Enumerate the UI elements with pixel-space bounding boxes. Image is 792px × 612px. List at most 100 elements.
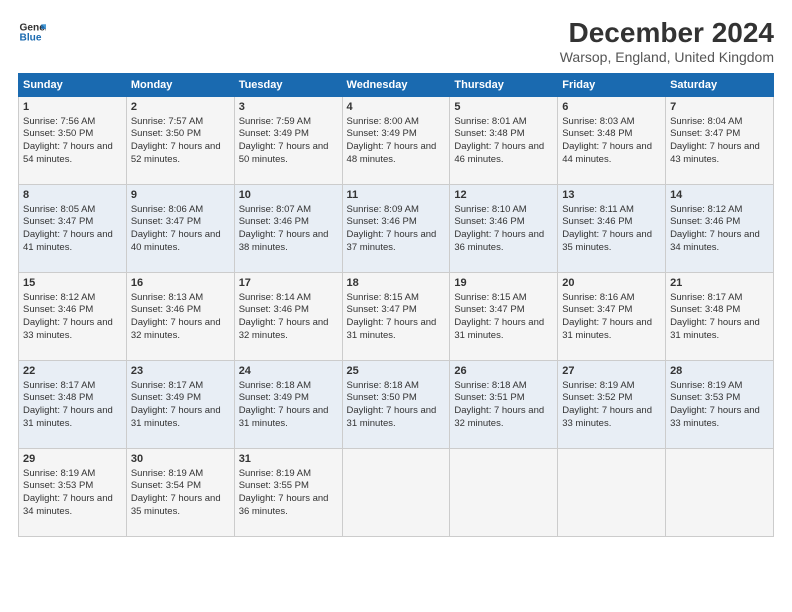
header: General Blue December 2024 Warsop, Engla… [18, 18, 774, 65]
day-number: 26 [454, 364, 553, 379]
calendar-cell: 29Sunrise: 8:19 AMSunset: 3:53 PMDayligh… [19, 448, 127, 536]
logo: General Blue [18, 18, 46, 46]
calendar-cell: 25Sunrise: 8:18 AMSunset: 3:50 PMDayligh… [342, 360, 450, 448]
day-header-thursday: Thursday [450, 73, 558, 96]
sunset-text: Sunset: 3:47 PM [131, 216, 201, 227]
sunrise-text: Sunrise: 8:12 AM [670, 204, 742, 215]
calendar-cell: 6Sunrise: 8:03 AMSunset: 3:48 PMDaylight… [558, 96, 666, 184]
day-number: 6 [562, 100, 661, 115]
daylight-text: Daylight: 7 hours and 35 minutes. [562, 229, 652, 253]
sunrise-text: Sunrise: 8:17 AM [670, 292, 742, 303]
daylight-text: Daylight: 7 hours and 33 minutes. [23, 317, 113, 341]
sunset-text: Sunset: 3:51 PM [454, 392, 524, 403]
sunrise-text: Sunrise: 8:19 AM [131, 468, 203, 479]
sunset-text: Sunset: 3:49 PM [239, 128, 309, 139]
sunset-text: Sunset: 3:54 PM [131, 480, 201, 491]
sunrise-text: Sunrise: 8:13 AM [131, 292, 203, 303]
sunset-text: Sunset: 3:47 PM [562, 304, 632, 315]
calendar-week-4: 22Sunrise: 8:17 AMSunset: 3:48 PMDayligh… [19, 360, 774, 448]
day-header-sunday: Sunday [19, 73, 127, 96]
calendar-cell: 8Sunrise: 8:05 AMSunset: 3:47 PMDaylight… [19, 184, 127, 272]
day-number: 7 [670, 100, 769, 115]
day-header-wednesday: Wednesday [342, 73, 450, 96]
daylight-text: Daylight: 7 hours and 50 minutes. [239, 141, 329, 165]
sunrise-text: Sunrise: 8:19 AM [562, 380, 634, 391]
sunset-text: Sunset: 3:50 PM [131, 128, 201, 139]
sunrise-text: Sunrise: 8:04 AM [670, 116, 742, 127]
daylight-text: Daylight: 7 hours and 54 minutes. [23, 141, 113, 165]
calendar-week-1: 1Sunrise: 7:56 AMSunset: 3:50 PMDaylight… [19, 96, 774, 184]
sunrise-text: Sunrise: 7:59 AM [239, 116, 311, 127]
sunset-text: Sunset: 3:50 PM [347, 392, 417, 403]
daylight-text: Daylight: 7 hours and 33 minutes. [670, 405, 760, 429]
sunrise-text: Sunrise: 8:16 AM [562, 292, 634, 303]
calendar-cell: 10Sunrise: 8:07 AMSunset: 3:46 PMDayligh… [234, 184, 342, 272]
calendar-cell: 27Sunrise: 8:19 AMSunset: 3:52 PMDayligh… [558, 360, 666, 448]
daylight-text: Daylight: 7 hours and 31 minutes. [562, 317, 652, 341]
logo-icon: General Blue [18, 18, 46, 46]
sunset-text: Sunset: 3:46 PM [670, 216, 740, 227]
calendar-cell: 20Sunrise: 8:16 AMSunset: 3:47 PM Dayligh… [558, 272, 666, 360]
day-number: 18 [347, 276, 446, 291]
day-number: 12 [454, 188, 553, 203]
sunset-text: Sunset: 3:53 PM [670, 392, 740, 403]
daylight-text: Daylight: 7 hours and 36 minutes. [239, 493, 329, 517]
day-number: 27 [562, 364, 661, 379]
calendar-cell [342, 448, 450, 536]
sunset-text: Sunset: 3:49 PM [239, 392, 309, 403]
day-number: 29 [23, 452, 122, 467]
sunset-text: Sunset: 3:46 PM [347, 216, 417, 227]
calendar-cell: 28Sunrise: 8:19 AMSunset: 3:53 PMDayligh… [666, 360, 774, 448]
sunrise-text: Sunrise: 8:15 AM [347, 292, 419, 303]
calendar-week-3: 15Sunrise: 8:12 AM Sunset: 3:46 PM Dayligh… [19, 272, 774, 360]
calendar-cell: 17Sunrise: 8:14 AMSunset: 3:46 PMDayligh… [234, 272, 342, 360]
sunrise-text: Sunrise: 8:12 AM [23, 292, 95, 303]
daylight-text: Daylight: 7 hours and 31 minutes. [454, 317, 544, 341]
day-number: 10 [239, 188, 338, 203]
calendar-cell: 24Sunrise: 8:18 AMSunset: 3:49 PMDayligh… [234, 360, 342, 448]
sunrise-text: Sunrise: 8:05 AM [23, 204, 95, 215]
sunrise-text: Sunrise: 8:00 AM [347, 116, 419, 127]
day-number: 4 [347, 100, 446, 115]
calendar-cell: 2Sunrise: 7:57 AMSunset: 3:50 PMDaylight… [126, 96, 234, 184]
calendar-cell: 22Sunrise: 8:17 AMSunset: 3:48 PMDayligh… [19, 360, 127, 448]
sunrise-text: Sunrise: 8:01 AM [454, 116, 526, 127]
calendar-week-5: 29Sunrise: 8:19 AMSunset: 3:53 PMDayligh… [19, 448, 774, 536]
calendar-cell: 26Sunrise: 8:18 AMSunset: 3:51 PMDayligh… [450, 360, 558, 448]
calendar-cell: 15Sunrise: 8:12 AMSunset: 3:46 PMDayligh… [19, 272, 127, 360]
sunset-text: Sunset: 3:47 PM [23, 216, 93, 227]
day-number: 20 [562, 276, 661, 291]
daylight-text: Daylight: 7 hours and 37 minutes. [347, 229, 437, 253]
daylight-text: Daylight: 7 hours and 44 minutes. [562, 141, 652, 165]
calendar-cell [666, 448, 774, 536]
sunset-text: Sunset: 3:47 PM [670, 128, 740, 139]
day-number: 15 [23, 276, 122, 291]
sunrise-text: Sunrise: 7:57 AM [131, 116, 203, 127]
day-header-friday: Friday [558, 73, 666, 96]
calendar-cell: 4Sunrise: 8:00 AMSunset: 3:49 PMDaylight… [342, 96, 450, 184]
day-number: 8 [23, 188, 122, 203]
sunset-text: Sunset: 3:52 PM [562, 392, 632, 403]
day-header-tuesday: Tuesday [234, 73, 342, 96]
day-number: 9 [131, 188, 230, 203]
day-number: 11 [347, 188, 446, 203]
daylight-text: Daylight: 7 hours and 52 minutes. [131, 141, 221, 165]
sunset-text: Sunset: 3:49 PM [347, 128, 417, 139]
sunset-text: Sunset: 3:46 PM [562, 216, 632, 227]
daylight-text: Daylight: 7 hours and 46 minutes. [454, 141, 544, 165]
day-number: 23 [131, 364, 230, 379]
daylight-text: Daylight: 7 hours and 32 minutes. [454, 405, 544, 429]
day-number: 25 [347, 364, 446, 379]
sunset-text: Sunset: 3:46 PM [131, 304, 201, 315]
calendar-cell: 5Sunrise: 8:01 AMSunset: 3:48 PMDaylight… [450, 96, 558, 184]
day-number: 28 [670, 364, 769, 379]
daylight-text: Daylight: 7 hours and 43 minutes. [670, 141, 760, 165]
sunset-text: Sunset: 3:55 PM [239, 480, 309, 491]
sunrise-text: Sunrise: 8:19 AM [239, 468, 311, 479]
sunset-text: Sunset: 3:48 PM [23, 392, 93, 403]
sunrise-text: Sunrise: 8:06 AM [131, 204, 203, 215]
title-block: December 2024 Warsop, England, United Ki… [560, 18, 774, 65]
sunset-text: Sunset: 3:50 PM [23, 128, 93, 139]
sunset-text: Sunset: 3:48 PM [670, 304, 740, 315]
day-number: 5 [454, 100, 553, 115]
